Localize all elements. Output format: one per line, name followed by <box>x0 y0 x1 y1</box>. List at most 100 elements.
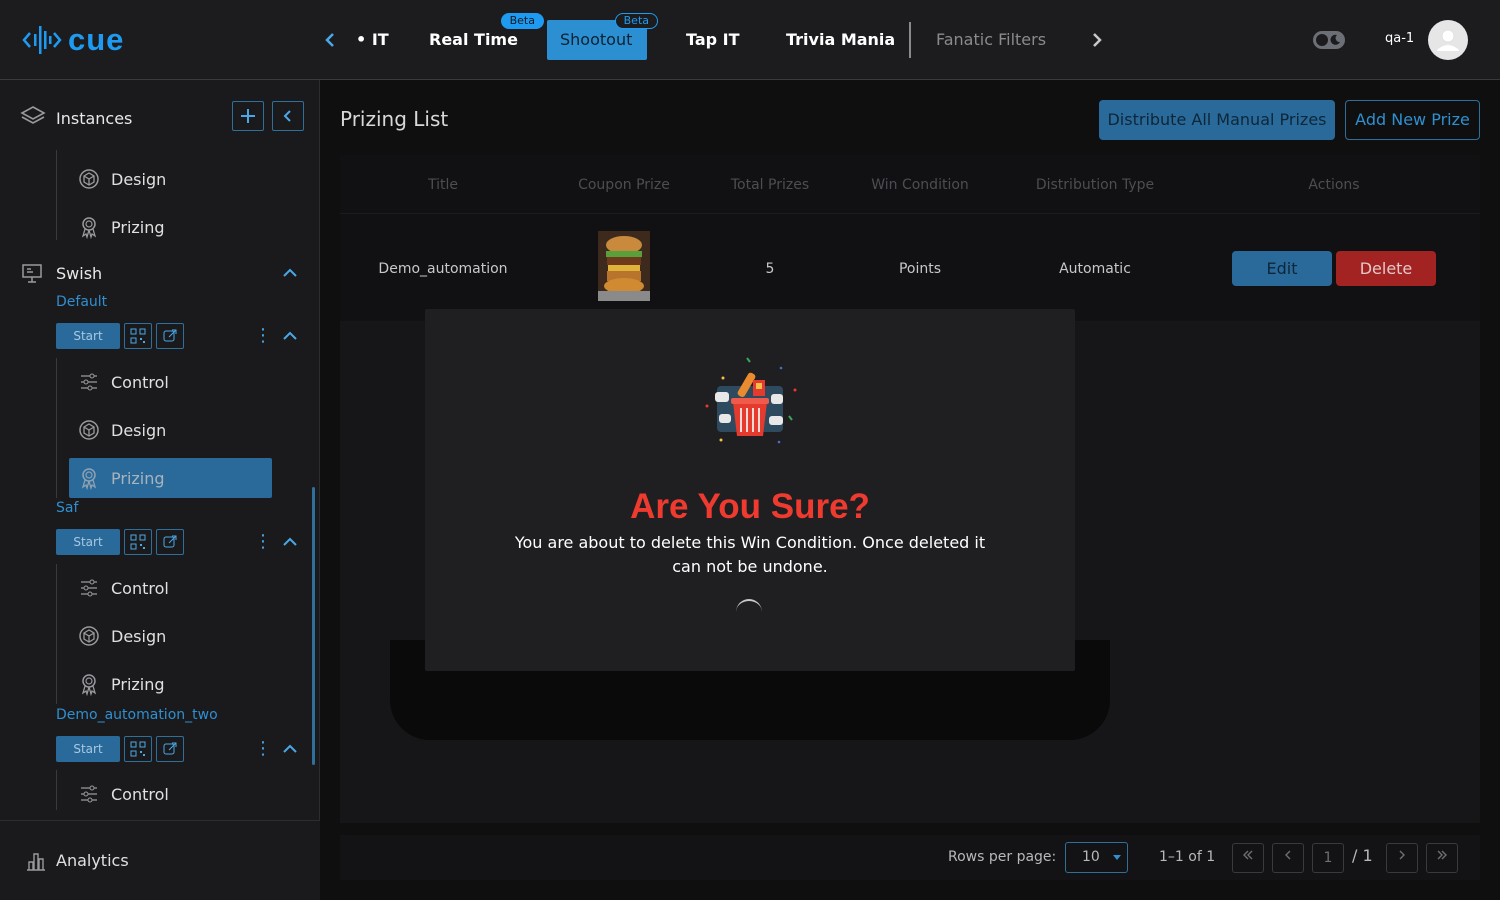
tab-tap-it-partial[interactable]: • IT <box>342 20 403 60</box>
sidebar-item-design[interactable]: Design <box>69 616 272 656</box>
current-page-input[interactable]: 1 <box>1312 843 1344 873</box>
distribute-all-manual-prizes-button[interactable]: Distribute All Manual Prizes <box>1099 100 1335 140</box>
burger-image-icon <box>598 231 650 301</box>
sidebar-item-design[interactable]: Design <box>69 410 272 450</box>
caret-down-icon <box>1113 855 1121 860</box>
next-page-button[interactable] <box>1386 843 1418 873</box>
tab-shootout[interactable]: Shootout Beta <box>547 13 658 60</box>
last-page-button[interactable] <box>1426 843 1458 873</box>
sidebar-item-label: Control <box>111 578 169 598</box>
username[interactable]: qa-1 <box>1385 31 1414 46</box>
tabs-next-arrow-icon[interactable] <box>1090 28 1110 52</box>
open-link-button[interactable] <box>156 529 184 555</box>
sidebar-item-prizing-active[interactable]: Prizing <box>69 458 272 498</box>
page-range: 1–1 of 1 <box>1159 849 1216 865</box>
trash-celebration-icon <box>705 357 797 444</box>
sidebar-item-label: Control <box>111 784 169 804</box>
top-navbar: cue • IT Real Time Beta Shootout Beta Ta… <box>0 0 1500 80</box>
open-link-button[interactable] <box>156 736 184 762</box>
instance-name-saf[interactable]: Saf <box>56 500 78 516</box>
sidebar-item-control[interactable]: Control <box>69 362 272 402</box>
game-name: Swish <box>56 264 103 283</box>
control-icon <box>81 373 97 391</box>
tab-fanatic-filters[interactable]: Fanatic Filters <box>922 20 1060 60</box>
column-header: Distribution Type <box>1035 177 1155 193</box>
sidebar-scrollbar[interactable] <box>312 487 315 765</box>
delete-button[interactable]: Delete <box>1336 251 1436 286</box>
sidebar-item-prizing[interactable]: Prizing <box>69 207 272 247</box>
cell-total-prizes: 5 <box>765 261 775 277</box>
chevron-left-icon <box>1285 850 1291 860</box>
more-options-icon[interactable]: ⋮ <box>254 326 272 346</box>
qr-code-button[interactable] <box>124 529 152 555</box>
sidebar-item-control[interactable]: Control <box>69 568 272 608</box>
confirm-delete-dialog: Are You Sure? You are about to delete th… <box>425 309 1075 671</box>
instance-name-demo-automation-two[interactable]: Demo_automation_two <box>56 707 218 723</box>
more-options-icon[interactable]: ⋮ <box>254 532 272 552</box>
sidebar-item-analytics[interactable]: Analytics <box>0 820 320 900</box>
rows-per-page-select[interactable]: 10 <box>1065 842 1128 873</box>
prev-page-button[interactable] <box>1272 843 1304 873</box>
start-button[interactable]: Start <box>56 323 120 349</box>
page-title: Prizing List <box>340 107 449 131</box>
control-icon <box>81 579 97 597</box>
cell-win-condition: Points <box>898 261 942 277</box>
edit-button[interactable]: Edit <box>1232 251 1332 286</box>
sidebar-item-label: Prizing <box>111 217 165 237</box>
prizing-icon <box>81 468 97 490</box>
tab-trivia-mania[interactable]: Trivia Mania <box>772 20 909 60</box>
collapse-sidebar-button[interactable] <box>272 101 304 131</box>
sidebar-item-label: Design <box>111 169 167 189</box>
chevron-up-icon[interactable] <box>280 263 300 283</box>
sidebar-item-label: Prizing <box>111 674 165 694</box>
add-instance-button[interactable] <box>232 101 264 131</box>
chevron-up-icon[interactable] <box>280 326 300 346</box>
beta-badge: Beta <box>614 13 658 29</box>
tab-real-time[interactable]: Real Time Beta <box>415 13 544 60</box>
instance-name-default[interactable]: Default <box>56 294 107 310</box>
qr-code-button[interactable] <box>124 736 152 762</box>
brand-name: cue <box>68 22 125 57</box>
qr-code-button[interactable] <box>124 323 152 349</box>
tabs-prev-arrow-icon[interactable] <box>323 28 343 52</box>
prizing-icon <box>81 217 97 239</box>
tabs-divider <box>909 22 911 58</box>
first-page-button[interactable] <box>1232 843 1264 873</box>
design-icon <box>79 420 99 440</box>
dialog-title: Are You Sure? <box>630 487 870 526</box>
start-button[interactable]: Start <box>56 529 120 555</box>
external-link-icon <box>163 535 177 548</box>
design-icon <box>79 626 99 646</box>
table-row: Demo_automation 5 Points Automatic Edit … <box>340 213 1480 321</box>
column-header: Coupon Prize <box>578 177 670 193</box>
chevron-right-icon <box>1399 850 1405 860</box>
avatar[interactable] <box>1428 20 1468 60</box>
external-link-icon <box>163 329 177 342</box>
cell-distribution-type: Automatic <box>1059 261 1131 277</box>
sidebar-item-control[interactable]: Control <box>69 774 272 814</box>
sidebar-item-design[interactable]: Design <box>69 159 272 199</box>
tab-label: Real Time <box>429 30 518 49</box>
tree-line <box>56 358 57 498</box>
double-chevron-left-icon <box>1243 850 1253 860</box>
chevron-up-icon[interactable] <box>280 532 300 552</box>
layers-icon <box>20 106 46 124</box>
theme-toggle[interactable] <box>1313 31 1345 49</box>
instances-label: Instances <box>56 109 133 128</box>
coupon-prize-image <box>598 231 650 301</box>
brand-logo[interactable]: cue <box>22 22 124 58</box>
bar-chart-icon <box>27 853 45 871</box>
start-button[interactable]: Start <box>56 736 120 762</box>
moon-icon <box>1330 34 1340 45</box>
pagination-bar: Rows per page: 10 1–1 of 1 1 / 1 <box>340 835 1480 880</box>
add-new-prize-button[interactable]: Add New Prize <box>1345 100 1480 140</box>
more-options-icon[interactable]: ⋮ <box>254 739 272 759</box>
tab-tap-it[interactable]: Tap IT <box>672 20 754 60</box>
tab-label: Shootout <box>560 30 633 49</box>
column-header: Title <box>427 177 458 193</box>
chevron-up-icon[interactable] <box>280 739 300 759</box>
plus-icon <box>241 109 255 123</box>
sidebar-item-label: Control <box>111 372 169 392</box>
sidebar-item-prizing[interactable]: Prizing <box>69 664 272 704</box>
open-link-button[interactable] <box>156 323 184 349</box>
